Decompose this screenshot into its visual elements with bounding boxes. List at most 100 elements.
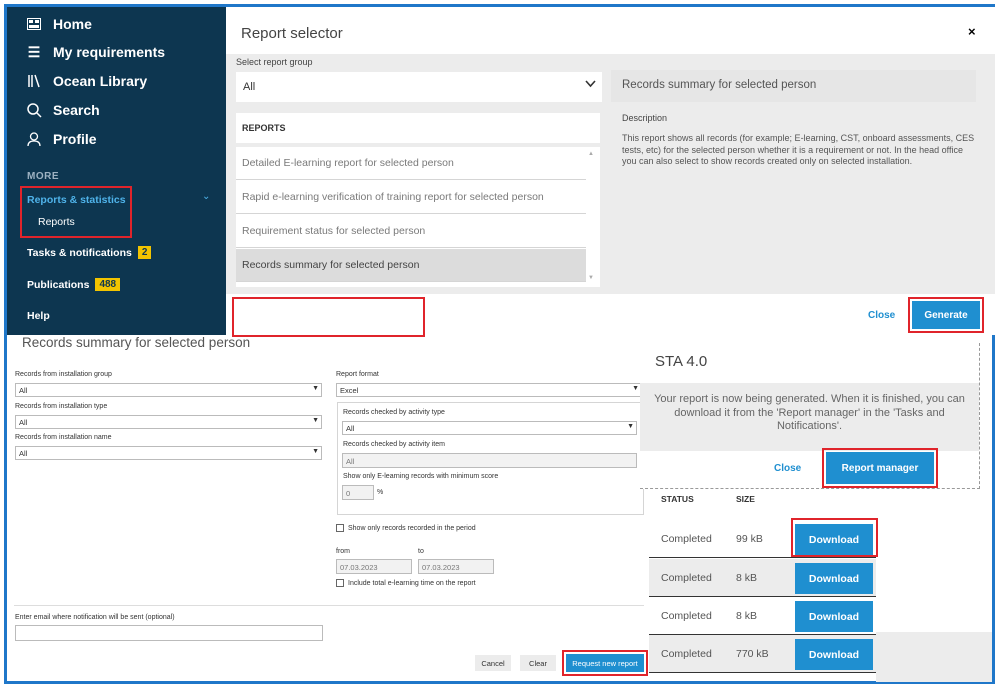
installation-type-label: Records from installation type: [15, 403, 108, 410]
cancel-button[interactable]: Cancel: [475, 655, 511, 671]
report-group-value: All: [243, 81, 256, 93]
status-cell: Completed: [661, 533, 712, 545]
nav-my-requirements-label: My requirements: [53, 44, 166, 60]
nav-profile-label: Profile: [53, 131, 97, 147]
nav-my-requirements[interactable]: ☰ My requirements: [25, 43, 165, 61]
caret-down-icon: ▼: [312, 385, 319, 392]
min-score-unit: %: [377, 489, 384, 496]
installation-type-value: All: [19, 418, 28, 427]
caret-down-icon: ▼: [312, 417, 319, 424]
table-row: Completed 8 kB Download: [649, 559, 876, 597]
installation-name-label: Records from installation name: [15, 434, 112, 441]
report-selector-modal: Report selector × Select report group Al…: [226, 7, 995, 337]
installation-type-select[interactable]: All ▼: [15, 415, 322, 429]
size-cell: 99 kB: [736, 533, 763, 545]
background-panel: [876, 632, 992, 682]
form-title: Records summary for selected person: [22, 335, 251, 350]
sidebar-item-publications[interactable]: Publications 488: [27, 278, 121, 291]
installation-group-label: Records from installation group: [15, 371, 112, 378]
from-date-field[interactable]: 07.03.2023: [336, 559, 412, 574]
download-button[interactable]: Download: [795, 639, 873, 670]
clear-button[interactable]: Clear: [520, 655, 556, 671]
download-highlight-box: [791, 518, 878, 557]
publications-label: Publications: [27, 278, 90, 291]
popup-message: Your report is now being generated. When…: [640, 383, 979, 451]
installation-name-select[interactable]: All ▼: [15, 446, 322, 460]
list-item[interactable]: Rapid e-learning verification of trainin…: [236, 181, 586, 214]
report-format-value: Excel: [340, 386, 359, 395]
activity-type-select[interactable]: All ▼: [342, 421, 637, 435]
activity-type-label: Records checked by activity type: [343, 409, 445, 416]
status-cell: Completed: [661, 572, 712, 584]
report-manager-button[interactable]: Report manager: [826, 452, 934, 484]
size-column-header: SIZE: [736, 494, 755, 504]
nav-search-label: Search: [53, 102, 100, 118]
request-new-report-button[interactable]: Request new report: [566, 654, 644, 672]
selected-report-highlight-box: [232, 297, 425, 337]
nav-ocean-library-label: Ocean Library: [53, 73, 148, 89]
nav-profile[interactable]: Profile: [25, 130, 97, 148]
activity-item-label: Records checked by activity item: [343, 441, 445, 448]
scroll-up-icon[interactable]: ▲: [588, 151, 594, 157]
checkbox-box[interactable]: [336, 524, 344, 532]
close-icon[interactable]: ×: [968, 24, 976, 39]
description-text: This report shows all records (for examp…: [622, 133, 975, 166]
list-item-selected[interactable]: Records summary for selected person: [236, 249, 586, 282]
sidebar-item-tasks[interactable]: Tasks & notifications 2: [27, 246, 152, 259]
nav-home[interactable]: Home: [25, 15, 92, 33]
reports-header: REPORTS: [236, 113, 600, 143]
checkbox-box[interactable]: [336, 579, 344, 587]
publications-count-badge: 488: [95, 278, 121, 291]
installation-group-select[interactable]: All ▼: [15, 383, 322, 397]
report-format-select[interactable]: Excel ▼: [336, 383, 642, 397]
activity-item-field[interactable]: All: [342, 453, 637, 468]
sidebar-item-reports-statistics[interactable]: Reports & statistics: [27, 194, 126, 206]
popup-close-button[interactable]: Close: [774, 463, 801, 474]
to-date-field[interactable]: 07.03.2023: [418, 559, 494, 574]
scroll-down-icon[interactable]: ▼: [588, 275, 594, 281]
chevron-down-icon[interactable]: ⌄: [202, 191, 210, 202]
caret-down-icon: ▼: [312, 448, 319, 455]
status-cell: Completed: [661, 610, 712, 622]
nav-ocean-library[interactable]: Ocean Library: [25, 72, 147, 90]
report-format-label: Report format: [336, 371, 379, 378]
modal-body: Select report group All REPORTS Detailed…: [226, 54, 995, 337]
list-icon: ☰: [27, 43, 41, 60]
installation-name-value: All: [19, 449, 28, 458]
email-field[interactable]: [15, 625, 323, 641]
user-icon: [25, 130, 43, 148]
period-checkbox[interactable]: Show only records recorded in the period: [336, 524, 476, 532]
status-cell: Completed: [661, 648, 712, 660]
sidebar-item-help[interactable]: Help: [27, 310, 50, 322]
tasks-label: Tasks & notifications: [27, 246, 132, 259]
min-score-field[interactable]: 0: [342, 485, 374, 500]
sidebar-item-reports[interactable]: Reports: [38, 216, 75, 228]
total-time-checkbox-label: Include total e-learning time on the rep…: [348, 579, 476, 587]
period-checkbox-label: Show only records recorded in the period: [348, 524, 476, 532]
description-label: Description: [622, 113, 668, 123]
list-item[interactable]: Detailed E-learning report for selected …: [236, 147, 586, 180]
generate-button[interactable]: Generate: [912, 301, 980, 329]
download-button[interactable]: Download: [795, 601, 873, 632]
nav-search[interactable]: Search: [25, 101, 100, 119]
scrollbar[interactable]: ▲ ▼: [588, 147, 598, 287]
from-label: from: [336, 548, 350, 555]
min-score-label: Show only E-learning records with minimu…: [343, 473, 499, 480]
nav-home-label: Home: [53, 16, 92, 32]
table-row: Completed 770 kB Download: [649, 635, 876, 673]
download-button[interactable]: Download: [795, 563, 873, 594]
activity-type-value: All: [346, 424, 355, 433]
popup-title: STA 4.0: [655, 353, 708, 370]
sta-popup: STA 4.0 Your report is now being generat…: [640, 343, 980, 489]
list-item[interactable]: Requirement status for selected person: [236, 215, 586, 248]
divider: [14, 605, 644, 606]
report-group-select[interactable]: All: [236, 72, 602, 102]
close-button[interactable]: Close: [868, 310, 895, 321]
table-row: Completed 8 kB Download: [649, 597, 876, 635]
size-cell: 8 kB: [736, 610, 758, 622]
modal-title: Report selector: [241, 25, 343, 42]
installation-group-value: All: [19, 386, 28, 395]
search-icon: [25, 101, 43, 119]
sidebar: Home ☰ My requirements Ocean Library Sea…: [7, 7, 226, 335]
total-time-checkbox[interactable]: Include total e-learning time on the rep…: [336, 579, 476, 587]
